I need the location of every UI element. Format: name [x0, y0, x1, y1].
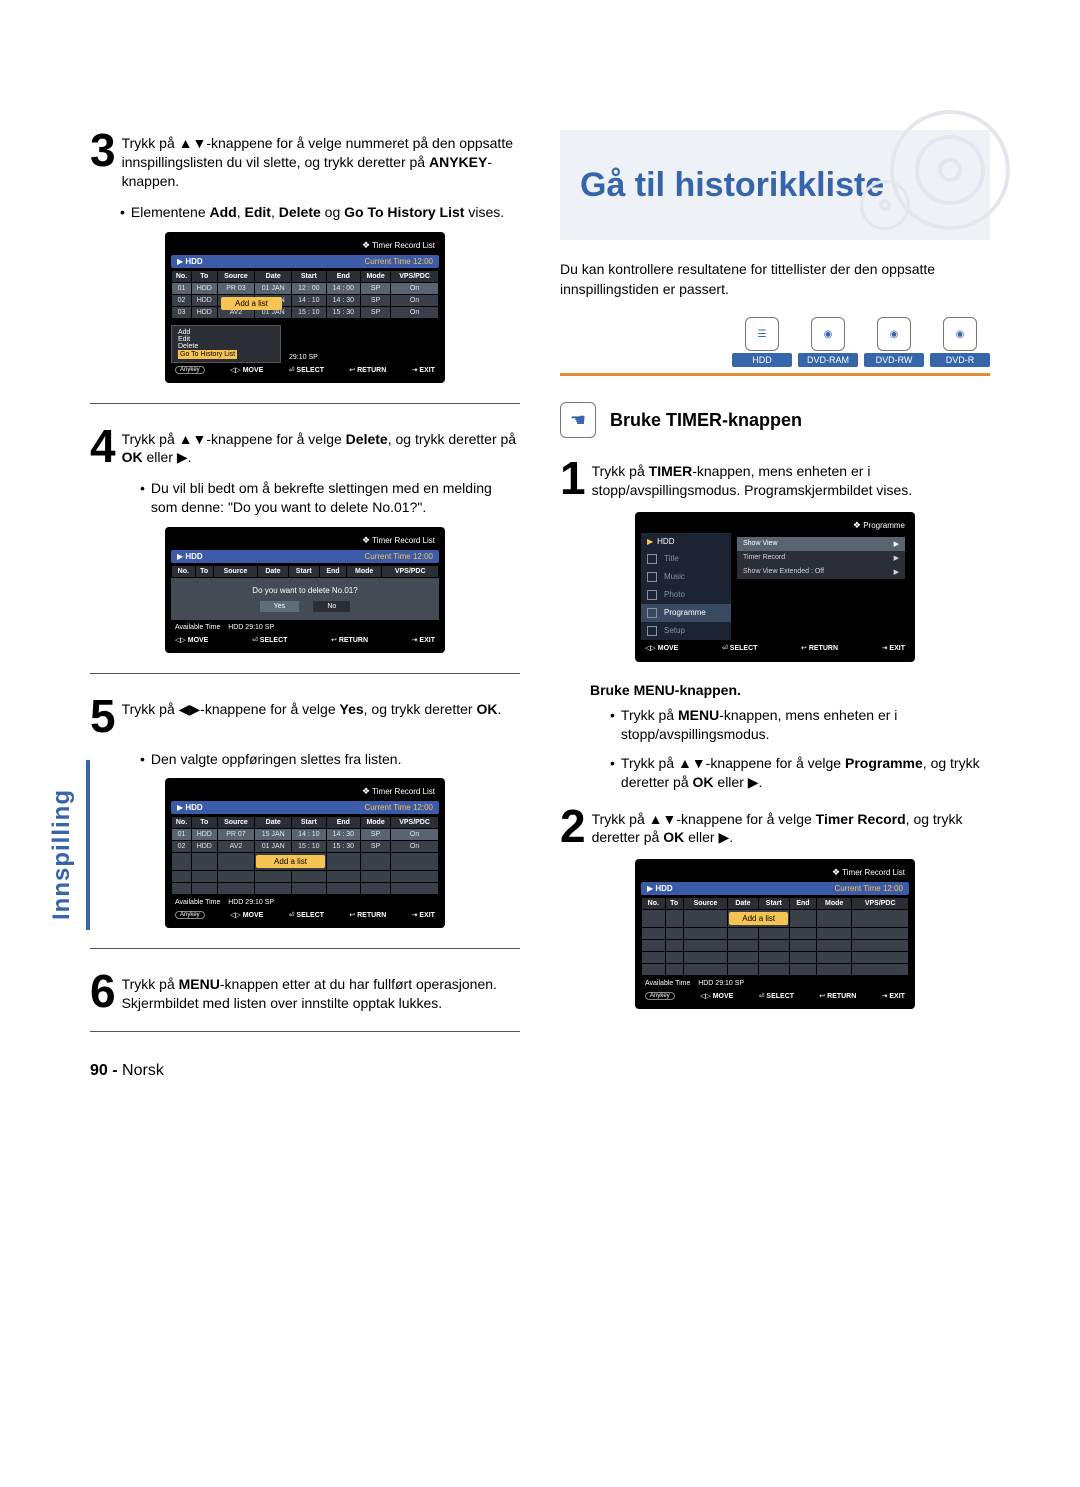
step-5-bullet: Den valgte oppføringen slettes fra liste…: [140, 750, 520, 769]
menu-bullet-1: Trykk på MENU-knappen, mens enheten er i…: [610, 706, 990, 744]
osd-step3: ❖ Timer Record List ▶ HDDCurrent Time 12…: [165, 232, 445, 383]
step-5-number: 5: [90, 696, 116, 737]
step-4-text: Trykk på ▲▼-knappene for å velge Delete,…: [122, 426, 520, 468]
step-3-number: 3: [90, 130, 116, 191]
right-step-2-text: Trykk på ▲▼-knappene for å velge Timer R…: [592, 806, 990, 848]
osd-step4: ❖ Timer Record List ▶ HDDCurrent Time 12…: [165, 527, 445, 653]
dvd-rw-icon: ◉: [877, 317, 911, 351]
section-headline: Gå til historikkliste: [560, 130, 990, 240]
anykey-badge: Anykey: [645, 992, 675, 1000]
menu-bullet-2: Trykk på ▲▼-knappene for å velge Program…: [610, 754, 990, 792]
right-step-1-text: Trykk på TIMER-knappen, mens enheten er …: [592, 458, 990, 500]
media-chips: ☰HDD ◉DVD-RAM ◉DVD-RW ◉DVD-R: [560, 317, 990, 367]
page-number: 90 - Norsk: [90, 1062, 520, 1080]
disc-illustration: [820, 140, 980, 230]
step-4-number: 4: [90, 426, 116, 468]
osd-right-step2: ❖ Timer Record List ▶ HDDCurrent Time 12…: [635, 859, 915, 1009]
dvd-r-icon: ◉: [943, 317, 977, 351]
context-menu: Add Edit Delete Go To History List: [171, 325, 281, 363]
osd-programme: ❖ Programme ▶ HDD Title Music Photo Prog…: [635, 512, 915, 662]
right-step-2-number: 2: [560, 806, 586, 848]
step-4-bullet: Du vil bli bedt om å bekrefte slettingen…: [140, 479, 520, 517]
step-3-bullet: Elementene Add, Edit, Delete og Go To Hi…: [120, 203, 520, 222]
delete-dialog: Do you want to delete No.01? Yes No: [171, 578, 439, 620]
step-6-number: 6: [90, 971, 116, 1013]
step-6-text: Trykk på MENU-knappen etter at du har fu…: [122, 971, 520, 1013]
dialog-yes-button[interactable]: Yes: [260, 601, 299, 612]
dialog-no-button[interactable]: No: [313, 601, 350, 612]
menu-subheading: Bruke MENU-knappen.: [590, 682, 990, 698]
hdd-icon: ☰: [745, 317, 779, 351]
timer-heading: Bruke TIMER-knappen: [610, 410, 802, 431]
step-5-text: Trykk på ◀▶-knappene for å velge Yes, og…: [122, 696, 502, 737]
hand-icon: ☚: [560, 402, 596, 438]
right-step-1-number: 1: [560, 458, 586, 500]
anykey-badge: Anykey: [175, 366, 205, 374]
anykey-badge: Anykey: [175, 911, 205, 919]
dvd-ram-icon: ◉: [811, 317, 845, 351]
intro-text: Du kan kontrollere resultatene for titte…: [560, 260, 990, 299]
add-a-list-strip: Add a list: [221, 297, 282, 310]
osd-step5: ❖ Timer Record List ▶ HDDCurrent Time 12…: [165, 778, 445, 928]
step-3-text: Trykk på ▲▼-knappene for å velge nummere…: [122, 130, 520, 191]
